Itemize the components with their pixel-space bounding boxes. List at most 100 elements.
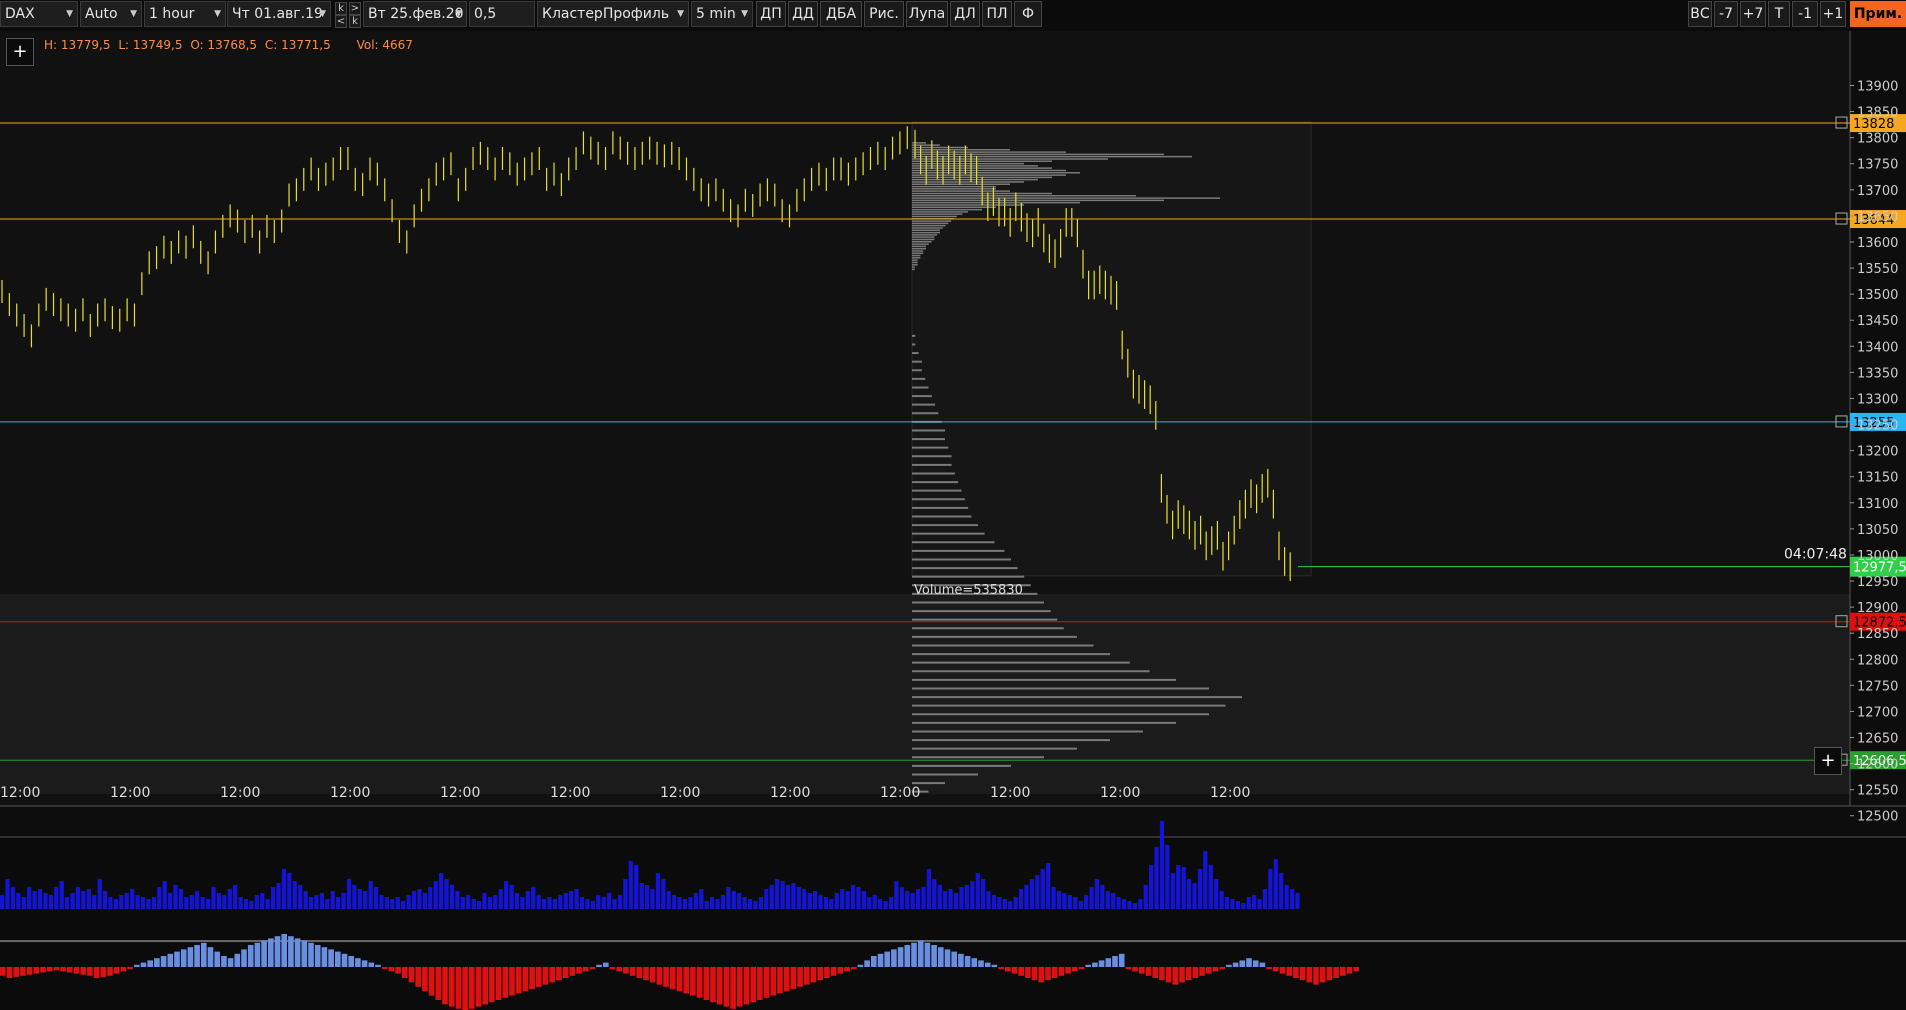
- delta-bar: [1246, 958, 1252, 967]
- tool-magnifier-button[interactable]: Лупа: [906, 1, 948, 27]
- volume-bar: [926, 869, 932, 909]
- volume-bar: [1252, 895, 1257, 909]
- delta-bar: [489, 967, 495, 1003]
- delta-bar: [616, 967, 622, 972]
- delta-bar: [958, 953, 964, 967]
- volume-bar: [314, 895, 319, 909]
- delta-bar: [716, 967, 723, 1005]
- plus-7-button[interactable]: +7: [1740, 1, 1766, 27]
- vs-button[interactable]: ВС: [1688, 1, 1712, 27]
- delta-bar: [1313, 967, 1319, 985]
- time-tick-label: 12:00: [550, 785, 590, 801]
- delta-bar: [46, 967, 53, 972]
- sub-timeframe-select[interactable]: 5 min ▼: [691, 1, 753, 27]
- tool-f-button[interactable]: Ф: [1014, 1, 1042, 27]
- delta-bar: [241, 949, 247, 967]
- volume-bar: [81, 891, 86, 909]
- volume-bar: [840, 889, 845, 909]
- volume-bar: [135, 895, 140, 909]
- scale-mode-select[interactable]: Auto ▼: [80, 1, 142, 27]
- delta-bar: [221, 956, 227, 967]
- date-to-picker[interactable]: Вт 25.фев.20 ▼: [363, 1, 467, 27]
- delta-bar: [582, 967, 589, 972]
- volume-bar: [1289, 889, 1295, 909]
- delta-bar: [696, 967, 703, 998]
- volume-bar: [146, 899, 151, 909]
- volume-bar: [1219, 891, 1224, 909]
- delta-bar: [408, 967, 415, 983]
- tool-dba-button[interactable]: ДБА: [820, 1, 862, 27]
- price-tick-label: 13300: [1857, 392, 1898, 407]
- volume-bar: [910, 893, 915, 909]
- volume-bar: [525, 891, 530, 909]
- volume-bar: [54, 887, 59, 909]
- volume-bar: [233, 885, 238, 909]
- timeframe-select[interactable]: 1 hour ▼: [144, 1, 226, 27]
- volume-bar: [357, 889, 362, 909]
- volume-bar: [330, 891, 335, 909]
- symbol-select[interactable]: DAX ▼: [0, 1, 78, 27]
- delta-bar: [1118, 953, 1125, 967]
- volume-bar: [720, 895, 726, 909]
- delta-bar: [723, 967, 730, 1007]
- notes-button[interactable]: Прим.: [1850, 1, 1906, 27]
- tool-pl-button[interactable]: ПЛ: [982, 1, 1012, 27]
- volume-bar: [303, 891, 308, 909]
- tool-dd-button[interactable]: ДД: [788, 1, 818, 27]
- delta-bar: [1340, 967, 1346, 976]
- volume-value: Vol: 4667: [356, 38, 413, 52]
- delta-bar: [26, 967, 33, 975]
- volume-bar: [1186, 879, 1192, 909]
- date-from-picker[interactable]: Чт 01.авг.19 ▼: [227, 1, 331, 27]
- volume-bar: [5, 879, 10, 909]
- volume-bar: [487, 897, 492, 909]
- delta-bar: [301, 940, 308, 967]
- volume-bar: [644, 885, 650, 909]
- volume-bar: [65, 897, 70, 909]
- chart-area[interactable]: Volume=535830 13828136441325512872,51260…: [0, 31, 1906, 1010]
- volume-bar: [747, 899, 753, 909]
- chart-type-select[interactable]: КластерПрофиль ▼: [537, 1, 689, 27]
- nav-back-button[interactable]: <: [335, 15, 347, 28]
- time-tick-label: 12:00: [660, 785, 700, 801]
- delta-bar: [87, 967, 93, 976]
- delta-bar: [335, 951, 341, 967]
- plus-1-button[interactable]: +1: [1820, 1, 1846, 27]
- volume-bar: [878, 899, 883, 909]
- delta-bar: [402, 967, 408, 978]
- nav-k-top-button[interactable]: k: [335, 2, 347, 15]
- volume-bar: [981, 879, 986, 909]
- delta-bar: [1353, 967, 1359, 972]
- tool-dl-button[interactable]: ДЛ: [950, 1, 980, 27]
- nav-k-bottom-button[interactable]: k: [349, 15, 361, 28]
- nav-forward-button[interactable]: >: [349, 2, 361, 15]
- t-button[interactable]: T: [1768, 1, 1790, 27]
- volume-bar: [1176, 865, 1181, 909]
- step-input[interactable]: 0,5: [469, 1, 535, 27]
- add-indicator-button[interactable]: +: [6, 38, 34, 66]
- volume-bar: [1111, 893, 1116, 909]
- volume-bar: [157, 887, 162, 909]
- profile-volume-label: Volume=535830: [914, 583, 1023, 598]
- volume-bar: [715, 899, 720, 909]
- volume-bar: [1018, 889, 1024, 909]
- volume-bar: [943, 891, 948, 909]
- delta-bar: [107, 967, 113, 976]
- chevron-down-icon: ▼: [130, 9, 137, 19]
- delta-bar: [395, 967, 401, 974]
- volume-bar: [1170, 873, 1175, 909]
- minus-7-button[interactable]: -7: [1714, 1, 1738, 27]
- delta-bar: [783, 967, 790, 992]
- volume-bar: [682, 899, 688, 909]
- add-panel-button[interactable]: +: [1814, 747, 1842, 775]
- delta-bar: [154, 958, 160, 967]
- tool-dp-button[interactable]: ДП: [756, 1, 786, 27]
- low-value: L: 13749,5: [118, 38, 183, 52]
- volume-bar: [1241, 903, 1246, 909]
- minus-1-button[interactable]: -1: [1792, 1, 1818, 27]
- volume-bar: [639, 883, 644, 909]
- delta-bar: [1159, 967, 1165, 981]
- delta-bar: [850, 967, 857, 970]
- delta-bar: [73, 967, 80, 974]
- tool-draw-button[interactable]: Рис.: [864, 1, 904, 27]
